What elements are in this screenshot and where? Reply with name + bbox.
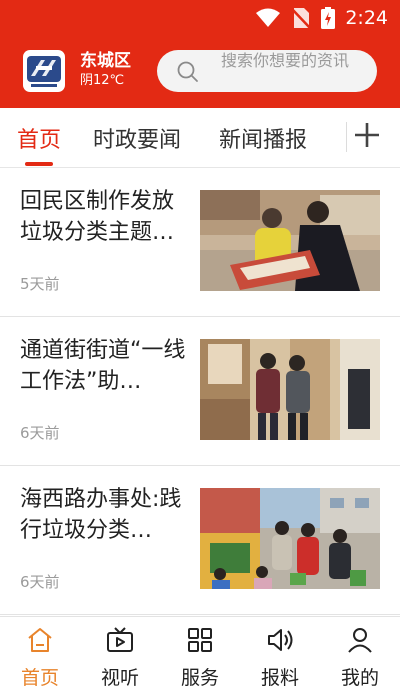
category-tabs: 首页 时政要闻 新闻播报 (0, 108, 400, 168)
grid-icon (188, 628, 212, 652)
tab-politics[interactable]: 时政要闻 (93, 122, 181, 154)
nav-video[interactable]: 视听 (80, 625, 160, 690)
nav-report[interactable]: 报料 (240, 625, 320, 690)
home-icon (28, 628, 52, 652)
news-item[interactable]: 通道街街道“一线工作法”助… 6天前 (0, 317, 400, 466)
speaker-icon (268, 629, 293, 651)
news-time: 6天前 (20, 573, 60, 591)
news-thumbnail (200, 190, 380, 291)
search-input[interactable]: 搜索你想要的资讯 (157, 50, 377, 92)
status-time: 2:24 (345, 7, 388, 29)
nav-label: 报料 (260, 667, 299, 689)
add-channel-icon[interactable] (352, 120, 382, 150)
tab-fade (318, 108, 348, 166)
news-title: 通道街街道“一线工作法”助… (20, 338, 186, 394)
status-bar: 2:24 (0, 0, 400, 38)
news-item[interactable]: 海西路办事处:践行垃圾分类… 6天前 (0, 466, 400, 615)
news-time: 5天前 (20, 275, 60, 293)
nav-label: 首页 (20, 667, 59, 689)
app-header-bar: 2:24 东城区 阴12℃ 搜索你想要的资讯 (0, 0, 400, 108)
news-thumbnail (200, 339, 380, 440)
nav-home[interactable]: 首页 (0, 625, 80, 690)
tab-news-broadcast[interactable]: 新闻播报 (219, 122, 307, 154)
news-item[interactable]: 回民区制作发放垃圾分类主题… 5天前 (0, 168, 400, 317)
user-icon (348, 628, 372, 653)
news-title: 海西路办事处:践行垃圾分类… (20, 487, 182, 543)
nav-label: 视听 (100, 667, 139, 689)
news-title: 回民区制作发放垃圾分类主题… (20, 189, 175, 245)
nav-label: 我的 (340, 667, 379, 689)
nav-services[interactable]: 服务 (160, 625, 240, 690)
location-weather[interactable]: 东城区 阴12℃ (80, 50, 150, 90)
news-time: 6天前 (20, 424, 60, 442)
header-row: 东城区 阴12℃ 搜索你想要的资讯 (0, 46, 400, 98)
no-sim-icon (291, 8, 312, 29)
search-icon (177, 61, 198, 82)
active-tab-indicator (25, 162, 53, 166)
app-logo[interactable] (23, 50, 65, 92)
news-thumbnail (200, 488, 380, 589)
bottom-navigation: 首页 视听 服务 报料 我的 (0, 616, 400, 700)
battery-icon (321, 7, 336, 29)
weather-text: 阴12℃ (80, 73, 125, 88)
news-list: 回民区制作发放垃圾分类主题… 5天前 通道街街道“一线工作法”助… 6天前 海西… (0, 168, 400, 615)
nav-label: 服务 (180, 667, 219, 689)
video-icon (107, 627, 133, 652)
search-placeholder: 搜索你想要的资讯 (221, 51, 350, 70)
location-name: 东城区 (80, 51, 131, 71)
wifi-icon (256, 8, 281, 27)
tab-divider (346, 122, 347, 152)
tab-home[interactable]: 首页 (17, 122, 61, 154)
nav-profile[interactable]: 我的 (320, 625, 400, 690)
